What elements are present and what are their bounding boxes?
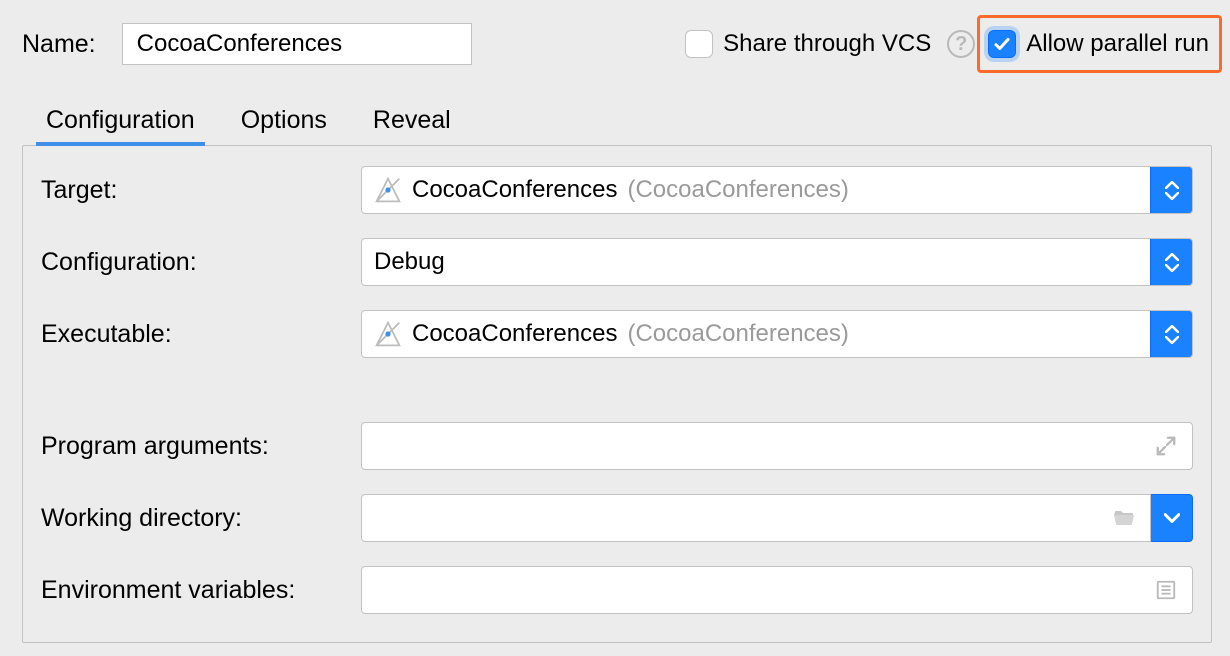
row-environment-variables: Environment variables: [41,566,1193,614]
folder-icon[interactable] [1110,504,1138,532]
target-label: Target: [41,176,361,205]
name-input[interactable] [122,23,472,65]
executable-select[interactable]: CocoaConferences (CocoaConferences) [361,310,1193,358]
executable-label: Executable: [41,320,361,349]
tab-options[interactable]: Options [241,100,327,145]
program-arguments-field[interactable] [374,432,1144,460]
allow-parallel-checkbox[interactable]: Allow parallel run [977,15,1222,73]
executable-value-suffix: (CocoaConferences) [627,320,848,348]
share-vcs-checkbox[interactable]: Share through VCS [679,26,937,62]
target-value-suffix: (CocoaConferences) [627,176,848,204]
tab-configuration[interactable]: Configuration [46,100,195,145]
environment-variables-input[interactable] [361,566,1193,614]
row-program-arguments: Program arguments: [41,422,1193,470]
row-configuration: Configuration: Debug [41,238,1193,286]
expand-icon[interactable] [1152,432,1180,460]
app-target-icon [374,176,402,204]
tab-reveal[interactable]: Reveal [373,100,451,145]
tab-bar: Configuration Options Reveal [22,100,1212,145]
row-target: Target: CocoaConferences (CocoaConferenc… [41,166,1193,214]
row-executable: Executable: CocoaConferences (CocoaConfe… [41,310,1193,358]
name-label: Name: [22,30,96,59]
configuration-panel: Target: CocoaConferences (CocoaConferenc… [22,145,1212,643]
up-down-chevron-icon [1150,311,1192,357]
list-icon[interactable] [1152,576,1180,604]
configuration-value: Debug [374,248,445,276]
header-options: Share through VCS ? Allow parallel run [679,26,1212,62]
header-row: Name: Share through VCS ? Allow parallel… [22,18,1212,70]
up-down-chevron-icon [1150,239,1192,285]
checkbox-checked-icon [988,30,1016,58]
allow-parallel-label: Allow parallel run [1026,30,1209,58]
share-vcs-label: Share through VCS [723,30,931,58]
target-value: CocoaConferences [412,176,617,204]
row-working-directory: Working directory: [41,494,1193,542]
working-directory-history-button[interactable] [1151,494,1193,542]
executable-value: CocoaConferences [412,320,617,348]
working-directory-label: Working directory: [41,504,361,533]
chevron-down-icon [1164,513,1180,523]
run-config-dialog: Name: Share through VCS ? Allow parallel… [0,0,1230,656]
environment-variables-label: Environment variables: [41,576,361,605]
configuration-select[interactable]: Debug [361,238,1193,286]
help-icon[interactable]: ? [947,30,975,58]
app-target-icon [374,320,402,348]
target-select[interactable]: CocoaConferences (CocoaConferences) [361,166,1193,214]
up-down-chevron-icon [1150,167,1192,213]
working-directory-input[interactable] [361,494,1151,542]
configuration-label: Configuration: [41,248,361,277]
checkbox-unchecked-icon [685,30,713,58]
program-arguments-label: Program arguments: [41,432,361,461]
working-directory-field[interactable] [374,504,1102,532]
program-arguments-input[interactable] [361,422,1193,470]
environment-variables-field[interactable] [374,576,1144,604]
